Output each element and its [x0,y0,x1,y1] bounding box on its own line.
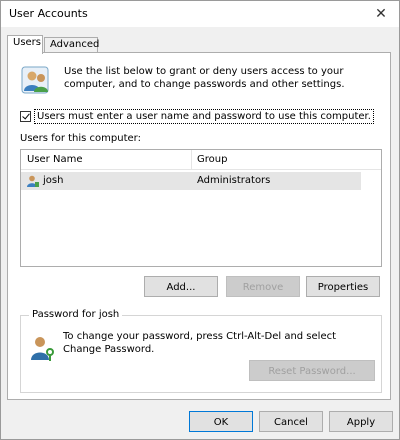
close-icon[interactable]: ✕ [371,4,391,24]
must-login-row[interactable]: Users must enter a user name and passwor… [20,109,386,125]
column-user-name[interactable]: User Name [27,154,82,165]
remove-button-label: Remove [242,282,284,293]
remove-button[interactable]: Remove [226,276,300,297]
users-icon [21,66,49,94]
cancel-button-label: Cancel [274,417,308,428]
row-user-name: josh [43,175,64,186]
row-group: Administrators [197,175,271,186]
tab-advanced[interactable]: Advanced [44,37,99,53]
ok-button[interactable]: OK [189,411,253,432]
table-row[interactable]: josh Administrators [21,172,361,190]
reset-password-button[interactable]: Reset Password... [249,360,375,381]
user-icon [27,175,39,187]
properties-button[interactable]: Properties [306,276,380,297]
users-tab-panel: Use the list below to grant or deny user… [7,52,391,400]
title-bar: User Accounts ✕ [1,1,399,27]
properties-button-label: Properties [317,282,369,293]
reset-password-label: Reset Password... [268,366,356,377]
tab-users[interactable]: Users [7,35,43,54]
add-button-label: Add... [166,282,196,293]
add-button[interactable]: Add... [144,276,218,297]
users-list[interactable]: User Name Group josh Administrators [20,149,382,267]
ok-button-label: OK [213,417,229,428]
password-instructions: To change your password, press Ctrl-Alt-… [63,331,337,355]
apply-button-label: Apply [346,417,376,428]
must-login-checkbox[interactable] [20,111,31,122]
must-login-label[interactable]: Users must enter a user name and passwor… [34,109,374,124]
apply-button[interactable]: Apply [329,411,393,432]
list-header: User Name Group [21,150,381,170]
column-group[interactable]: Group [197,154,227,165]
cancel-button[interactable]: Cancel [259,411,323,432]
intro-text: Use the list below to grant or deny user… [64,66,345,90]
password-group-title: Password for josh [29,309,123,320]
column-divider[interactable] [191,150,192,170]
user-key-icon [31,337,54,361]
window-title: User Accounts [9,7,88,20]
users-list-label: Users for this computer: [20,133,141,144]
user-accounts-dialog: User Accounts ✕ Users Advanced Use the l… [0,0,400,440]
password-group: Password for josh To change your passwor… [20,309,382,393]
